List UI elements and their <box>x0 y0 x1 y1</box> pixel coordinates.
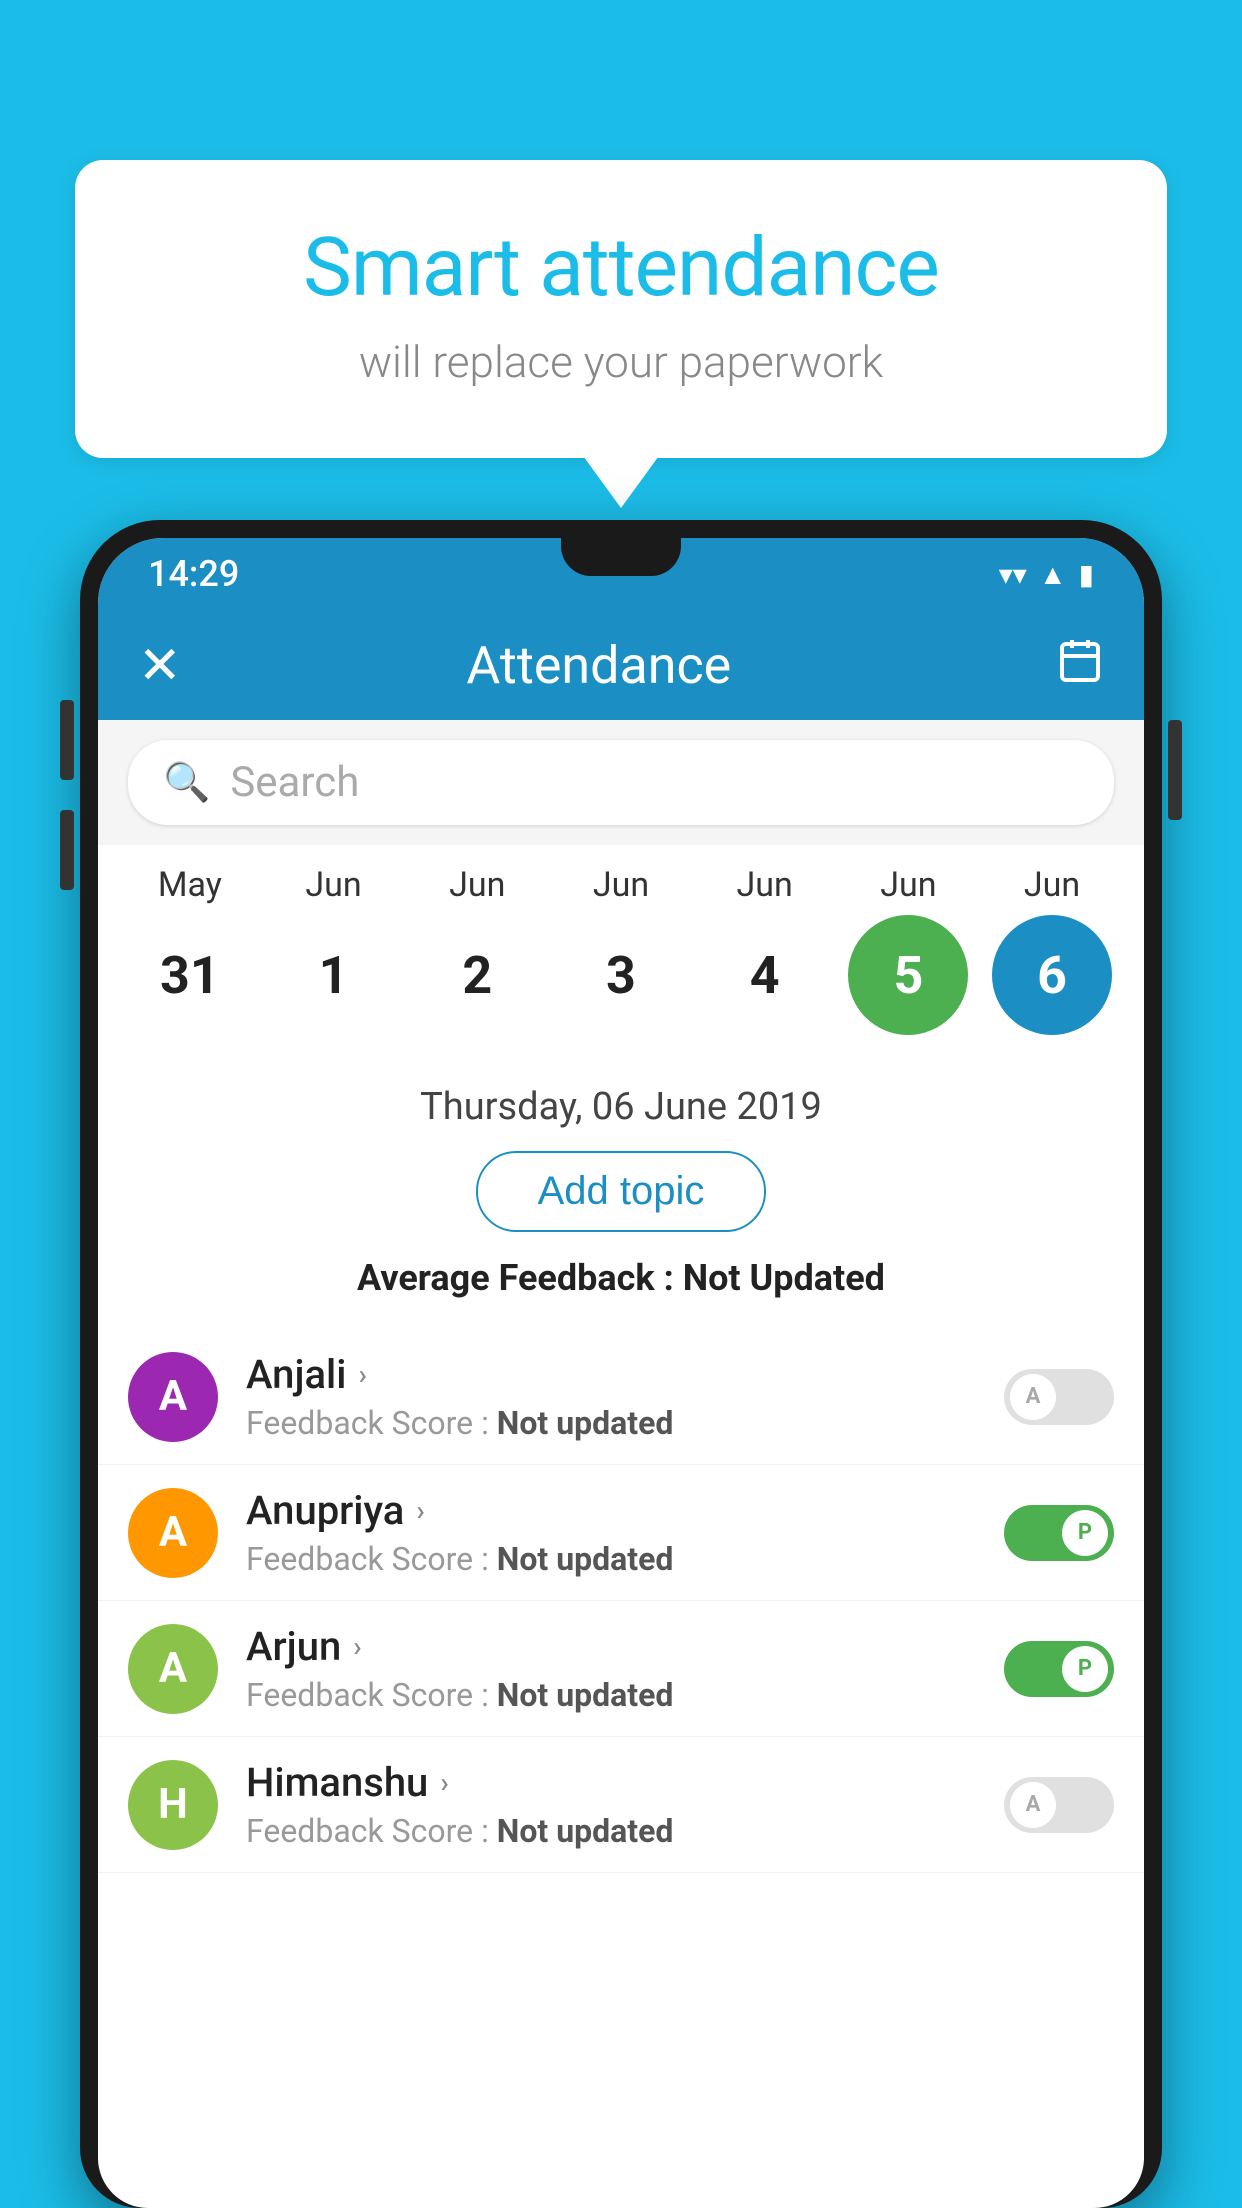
status-time: 14:29 <box>148 553 239 595</box>
chevron-right-icon: › <box>353 1630 361 1663</box>
month-2: Jun <box>417 865 537 905</box>
month-4: Jun <box>705 865 825 905</box>
add-topic-button[interactable]: Add topic <box>476 1151 767 1232</box>
battery-icon: ▮ <box>1079 558 1094 591</box>
month-3: Jun <box>561 865 681 905</box>
toggle-off[interactable]: A <box>1004 1369 1114 1425</box>
month-5: Jun <box>848 865 968 905</box>
student-list: A Anjali › Feedback Score : Not updated … <box>98 1329 1144 1873</box>
student-info: Himanshu › Feedback Score : Not updated <box>246 1759 976 1850</box>
side-vol-left-bottom <box>60 810 74 890</box>
cal-date-1[interactable]: 1 <box>274 915 394 1035</box>
month-6: Jun <box>992 865 1112 905</box>
toggle-knob: A <box>1010 1782 1056 1828</box>
student-info: Arjun › Feedback Score : Not updated <box>246 1623 976 1714</box>
cal-date-4[interactable]: 4 <box>705 915 825 1035</box>
list-item: A Anupriya › Feedback Score : Not update… <box>98 1465 1144 1601</box>
app-bar-title: Attendance <box>142 635 1056 696</box>
cal-date-2[interactable]: 2 <box>417 915 537 1035</box>
average-feedback: Average Feedback : Not Updated <box>128 1257 1114 1299</box>
attendance-toggle[interactable]: P <box>1004 1641 1114 1697</box>
attendance-toggle[interactable]: P <box>1004 1505 1114 1561</box>
selected-date-label: Thursday, 06 June 2019 <box>128 1085 1114 1129</box>
student-name[interactable]: Himanshu › <box>246 1759 976 1806</box>
bubble-subtitle: will replace your paperwork <box>155 336 1087 388</box>
calendar-row: May Jun Jun Jun Jun Jun Jun 31 1 2 3 4 5… <box>98 845 1144 1065</box>
feedback-score: Feedback Score : Not updated <box>246 1540 976 1578</box>
feedback-score: Feedback Score : Not updated <box>246 1404 976 1442</box>
phone-notch <box>561 538 681 576</box>
list-item: H Himanshu › Feedback Score : Not update… <box>98 1737 1144 1873</box>
list-item: A Arjun › Feedback Score : Not updated P <box>98 1601 1144 1737</box>
content-area: Thursday, 06 June 2019 Add topic Average… <box>98 1065 1144 1299</box>
calendar-months: May Jun Jun Jun Jun Jun Jun <box>98 865 1144 905</box>
student-name[interactable]: Arjun › <box>246 1623 976 1670</box>
attendance-toggle[interactable]: A <box>1004 1777 1114 1833</box>
avatar: A <box>128 1488 218 1578</box>
phone-screen: 14:29 ▾▾ ▲ ▮ ✕ Attendance � <box>98 538 1144 2208</box>
avatar: A <box>128 1624 218 1714</box>
avatar: H <box>128 1760 218 1850</box>
cal-date-3[interactable]: 3 <box>561 915 681 1035</box>
signal-icon: ▲ <box>1039 558 1067 591</box>
chevron-right-icon: › <box>416 1494 424 1527</box>
app-bar: ✕ Attendance <box>98 610 1144 720</box>
list-item: A Anjali › Feedback Score : Not updated … <box>98 1329 1144 1465</box>
toggle-off[interactable]: A <box>1004 1777 1114 1833</box>
search-input[interactable]: Search <box>230 758 359 807</box>
feedback-score: Feedback Score : Not updated <box>246 1676 976 1714</box>
speech-bubble: Smart attendance will replace your paper… <box>75 160 1167 458</box>
side-vol-left-top <box>60 700 74 780</box>
feedback-value: Not Updated <box>683 1257 885 1299</box>
side-vol-right <box>1168 720 1182 820</box>
chevron-right-icon: › <box>358 1358 366 1391</box>
search-icon: 🔍 <box>163 761 210 805</box>
month-1: Jun <box>274 865 394 905</box>
toggle-on[interactable]: P <box>1004 1641 1114 1697</box>
toggle-knob: A <box>1010 1374 1056 1420</box>
status-icons: ▾▾ ▲ ▮ <box>999 558 1094 591</box>
bubble-title: Smart attendance <box>155 220 1087 316</box>
student-info: Anjali › Feedback Score : Not updated <box>246 1351 976 1442</box>
wifi-icon: ▾▾ <box>999 558 1027 591</box>
toggle-knob: P <box>1062 1646 1108 1692</box>
feedback-label-text: Average Feedback : <box>357 1257 683 1299</box>
student-name[interactable]: Anjali › <box>246 1351 976 1398</box>
search-input-wrap[interactable]: 🔍 Search <box>128 740 1114 825</box>
cal-date-6[interactable]: 6 <box>992 915 1112 1035</box>
phone-frame: 14:29 ▾▾ ▲ ▮ ✕ Attendance � <box>80 520 1162 2208</box>
calendar-dates: 31 1 2 3 4 5 6 <box>98 915 1144 1035</box>
student-name[interactable]: Anupriya › <box>246 1487 976 1534</box>
feedback-score: Feedback Score : Not updated <box>246 1812 976 1850</box>
search-bar-container: 🔍 Search <box>98 720 1144 845</box>
toggle-knob: P <box>1062 1510 1108 1556</box>
attendance-toggle[interactable]: A <box>1004 1369 1114 1425</box>
avatar: A <box>128 1352 218 1442</box>
student-info: Anupriya › Feedback Score : Not updated <box>246 1487 976 1578</box>
calendar-button[interactable] <box>1056 636 1104 695</box>
toggle-on[interactable]: P <box>1004 1505 1114 1561</box>
chevron-right-icon: › <box>440 1766 448 1799</box>
cal-date-0[interactable]: 31 <box>130 915 250 1035</box>
month-0: May <box>130 865 250 905</box>
cal-date-5[interactable]: 5 <box>848 915 968 1035</box>
